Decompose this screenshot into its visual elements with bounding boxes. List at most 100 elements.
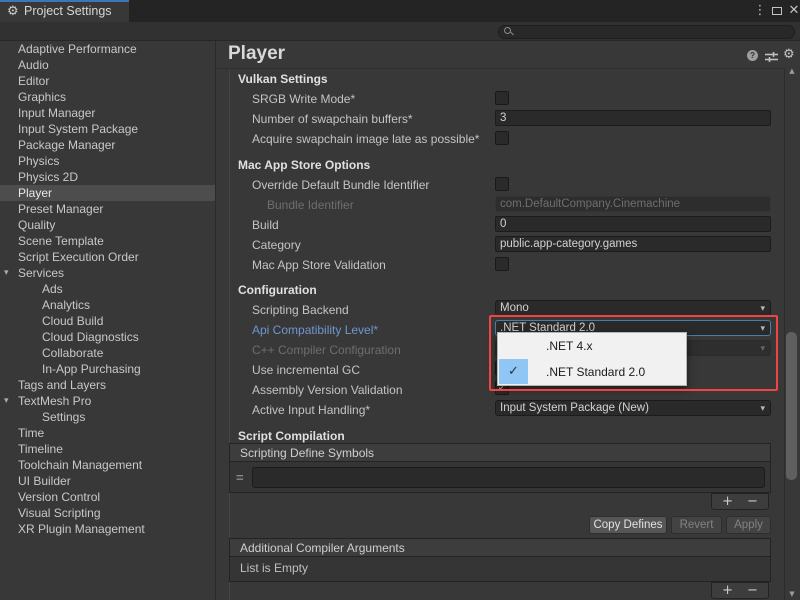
acquire-swapchain-checkbox[interactable] — [495, 131, 509, 145]
sidebar-item-ui-builder[interactable]: UI Builder — [0, 473, 215, 489]
sidebar-item-adaptive-performance[interactable]: Adaptive Performance — [0, 41, 215, 57]
gear-icon: ⚙ — [7, 1, 19, 23]
scroll-up-icon[interactable]: ▲ — [786, 67, 798, 75]
sidebar-item-quality[interactable]: Quality — [0, 217, 215, 233]
sidebar-item-physics-2d[interactable]: Physics 2D — [0, 169, 215, 185]
compiler-arguments-box: Additional Compiler Arguments — [229, 538, 771, 582]
search-input[interactable] — [498, 25, 795, 39]
category-field[interactable] — [495, 236, 771, 252]
sidebar-item-input-manager[interactable]: Input Manager — [0, 105, 215, 121]
sidebar-item-xr-plugin-management[interactable]: XR Plugin Management — [0, 521, 215, 537]
sidebar-item-scene-template[interactable]: Scene Template — [0, 233, 215, 249]
scrollbar-thumb[interactable] — [786, 332, 797, 480]
revert-button: Revert — [671, 516, 722, 534]
settings-category-list: Adaptive Performance Audio Editor Graphi… — [0, 41, 215, 600]
foldout-open-icon[interactable]: ▾ — [4, 393, 9, 409]
swapchain-buffers-field[interactable] — [495, 110, 771, 126]
sidebar-item-preset-manager[interactable]: Preset Manager — [0, 201, 215, 217]
sidebar-item-services[interactable]: ▾ Services — [0, 265, 215, 281]
apply-button: Apply — [726, 516, 771, 534]
list-empty-label: List is Empty — [240, 561, 308, 575]
define-list-footer: + − — [711, 493, 769, 510]
scrollbar-divider — [784, 68, 785, 600]
sidebar-item-player[interactable]: Player — [0, 185, 215, 201]
chevron-down-icon: ▾ — [760, 402, 765, 416]
sidebar-item-collaborate[interactable]: Collaborate — [0, 345, 215, 361]
chevron-down-icon: ▾ — [760, 322, 765, 336]
cpp-compiler-label: C++ Compiler Configuration — [252, 343, 401, 358]
api-compatibility-popup: .NET 4.x ✓ .NET Standard 2.0 — [497, 332, 687, 386]
header-divider — [216, 68, 784, 69]
help-icon[interactable]: ? — [747, 50, 758, 61]
add-item-button[interactable]: + — [722, 494, 733, 509]
remove-item-button[interactable]: − — [747, 494, 758, 509]
sidebar-divider — [215, 41, 216, 600]
srgb-write-mode-checkbox[interactable] — [495, 91, 509, 105]
sidebar-item-textmesh-pro[interactable]: ▾ TextMesh Pro — [0, 393, 215, 409]
tab-bar: ⚙ Project Settings ⋮ ✕ — [0, 0, 800, 22]
tab-project-settings[interactable]: ⚙ Project Settings — [0, 0, 129, 22]
sidebar-item-cloud-build[interactable]: Cloud Build — [0, 313, 215, 329]
sidebar-item-cloud-diagnostics[interactable]: Cloud Diagnostics — [0, 329, 215, 345]
sidebar-item-audio[interactable]: Audio — [0, 57, 215, 73]
kebab-menu-icon[interactable]: ⋮ — [752, 0, 768, 22]
search-icon — [504, 27, 511, 34]
build-label: Build — [252, 218, 279, 233]
swapchain-buffers-label: Number of swapchain buffers* — [252, 112, 413, 127]
chevron-down-icon: ▾ — [760, 342, 765, 356]
sidebar-item-label: TextMesh Pro — [18, 394, 91, 408]
section-script-compilation: Script Compilation — [238, 429, 345, 444]
define-symbols-header: Scripting Define Symbols — [230, 444, 770, 462]
remove-item-button[interactable]: − — [747, 583, 758, 598]
maximize-icon[interactable] — [772, 7, 782, 15]
sidebar-item-script-execution-order[interactable]: Script Execution Order — [0, 249, 215, 265]
sidebar-item-version-control[interactable]: Version Control — [0, 489, 215, 505]
acquire-swapchain-label: Acquire swapchain image late as possible… — [252, 132, 479, 147]
section-vulkan-settings: Vulkan Settings — [238, 72, 328, 87]
sidebar-item-package-manager[interactable]: Package Manager — [0, 137, 215, 153]
srgb-write-mode-label: SRGB Write Mode* — [252, 92, 355, 107]
compiler-arguments-header: Additional Compiler Arguments — [230, 539, 770, 557]
bundle-identifier-label: Bundle Identifier — [267, 198, 354, 213]
scroll-down-icon[interactable]: ▼ — [786, 590, 798, 598]
sidebar-item-analytics[interactable]: Analytics — [0, 297, 215, 313]
incremental-gc-label: Use incremental GC — [252, 363, 360, 378]
assembly-validation-label: Assembly Version Validation — [252, 383, 403, 398]
close-icon[interactable]: ✕ — [786, 0, 800, 22]
sidebar-item-input-system-package[interactable]: Input System Package — [0, 121, 215, 137]
project-settings-window: ⚙ Project Settings ⋮ ✕ Adaptive Performa… — [0, 0, 800, 600]
popup-option-net4x[interactable]: .NET 4.x — [498, 333, 686, 359]
sidebar-item-tmp-settings[interactable]: Settings — [0, 409, 215, 425]
popup-option-net-standard[interactable]: ✓ .NET Standard 2.0 — [498, 359, 686, 385]
sidebar-item-time[interactable]: Time — [0, 425, 215, 441]
define-symbol-field[interactable] — [252, 467, 765, 488]
scripting-backend-dropdown[interactable]: Mono ▾ — [495, 300, 771, 316]
section-configuration: Configuration — [238, 283, 317, 298]
mac-validation-checkbox[interactable] — [495, 257, 509, 271]
page-title: Player — [228, 43, 285, 65]
copy-defines-button[interactable]: Copy Defines — [589, 516, 667, 534]
sidebar-item-toolchain-management[interactable]: Toolchain Management — [0, 457, 215, 473]
sidebar-item-in-app-purchasing[interactable]: In-App Purchasing — [0, 361, 215, 377]
mac-validation-label: Mac App Store Validation — [252, 258, 386, 273]
add-item-button[interactable]: + — [722, 583, 733, 598]
settings-gear-icon[interactable]: ⚙ — [783, 47, 795, 62]
sidebar-item-timeline[interactable]: Timeline — [0, 441, 215, 457]
sidebar-item-visual-scripting[interactable]: Visual Scripting — [0, 505, 215, 521]
sidebar-item-graphics[interactable]: Graphics — [0, 89, 215, 105]
sidebar-item-physics[interactable]: Physics — [0, 153, 215, 169]
active-input-value: Input System Package (New) — [500, 402, 649, 414]
sidebar-item-tags-and-layers[interactable]: Tags and Layers — [0, 377, 215, 393]
checkmark-icon: ✓ — [499, 359, 528, 384]
override-bundle-checkbox[interactable] — [495, 177, 509, 191]
scripting-backend-label: Scripting Backend — [252, 303, 349, 318]
build-field[interactable] — [495, 216, 771, 232]
chevron-down-icon: ▾ — [760, 302, 765, 316]
drag-handle-icon[interactable]: = — [236, 470, 244, 485]
sidebar-item-ads[interactable]: Ads — [0, 281, 215, 297]
sidebar-item-editor[interactable]: Editor — [0, 73, 215, 89]
preset-icon[interactable] — [765, 50, 778, 68]
active-input-label: Active Input Handling* — [252, 403, 370, 418]
active-input-dropdown[interactable]: Input System Package (New) ▾ — [495, 400, 771, 416]
foldout-open-icon[interactable]: ▾ — [4, 265, 9, 281]
